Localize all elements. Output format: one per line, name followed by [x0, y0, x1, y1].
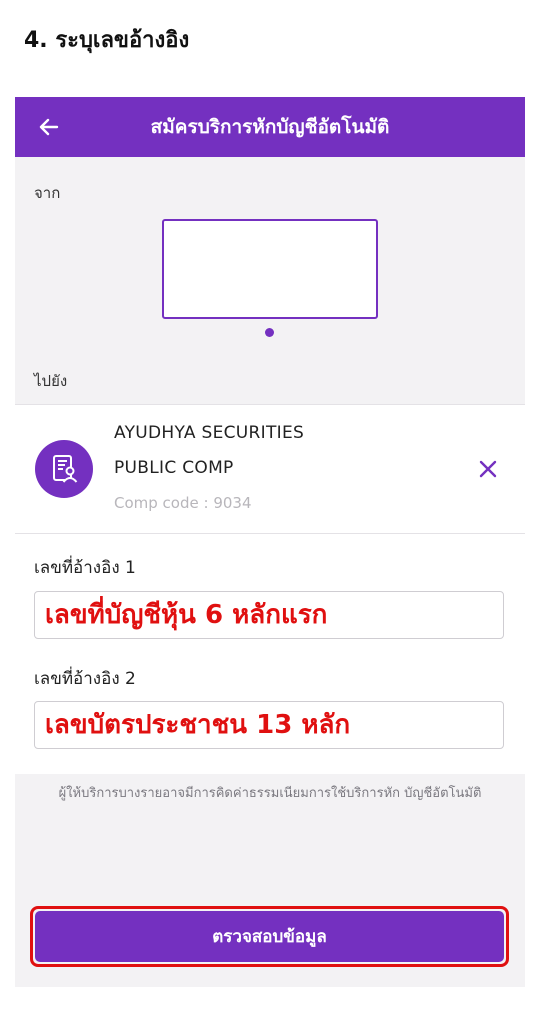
submit-highlight: ตรวจสอบข้อมูล — [30, 906, 509, 967]
biller-avatar — [35, 440, 93, 498]
biller-name-line2: PUBLIC COMP — [114, 458, 234, 478]
page-title: สมัครบริการหักบัญชีอัตโนมัติ — [150, 116, 390, 138]
remove-biller-button[interactable] — [473, 454, 503, 484]
app-header: สมัครบริการหักบัญชีอัตโนมัติ — [15, 97, 525, 157]
arrow-left-icon — [39, 118, 59, 136]
source-account-card[interactable] — [162, 219, 378, 319]
verify-data-button[interactable]: ตรวจสอบข้อมูล — [35, 911, 504, 962]
biller-card: AYUDHYA SECURITIES PUBLIC COMP Comp code… — [15, 404, 525, 534]
step-title: 4. ระบุเลขอ้างอิง — [24, 28, 190, 53]
phone-screen: สมัครบริการหักบัญชีอัตโนมัติ จาก ไปยัง A… — [15, 97, 525, 987]
reference-2-input[interactable]: เลขบัตรประชาชน 13 หลัก — [34, 701, 504, 749]
reference-1-input[interactable]: เลขที่บัญชีหุ้น 6 หลักแรก — [34, 591, 504, 639]
carousel-dot — [265, 328, 274, 337]
to-label: ไปยัง — [34, 372, 68, 390]
document-person-icon — [53, 455, 78, 483]
fee-disclaimer: ผู้ให้บริการบางรายอาจมีการคิดค่าธรรมเนีย… — [58, 786, 482, 801]
form-area: AYUDHYA SECURITIES PUBLIC COMP Comp code… — [15, 404, 525, 774]
close-icon — [479, 460, 497, 478]
from-label: จาก — [34, 184, 61, 202]
biller-comp-code: Comp code : 9034 — [114, 494, 252, 512]
biller-name-line1: AYUDHYA SECURITIES — [114, 423, 305, 443]
reference-1-label: เลขที่อ้างอิง 1 — [34, 558, 136, 578]
reference-2-label: เลขที่อ้างอิง 2 — [34, 669, 136, 689]
back-button[interactable] — [31, 109, 67, 145]
